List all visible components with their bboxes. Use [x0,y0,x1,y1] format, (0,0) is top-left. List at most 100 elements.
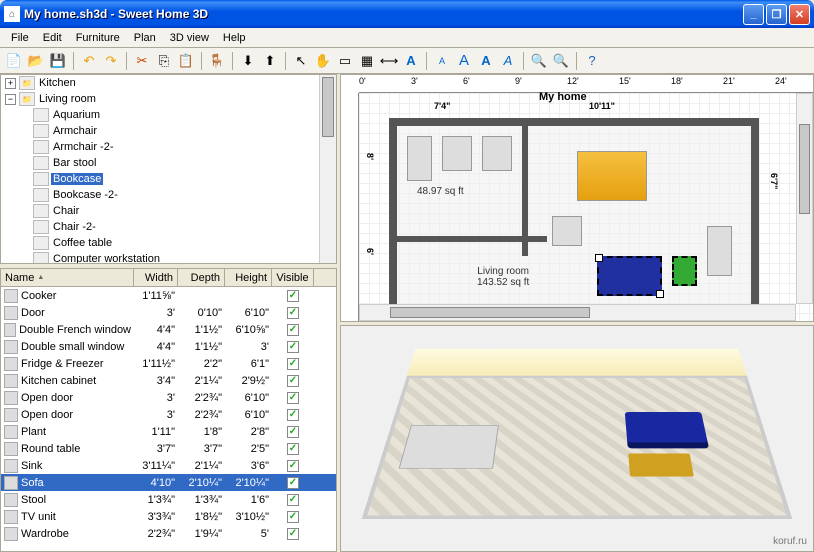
tree-item[interactable]: Coffee table [1,235,336,251]
column-name[interactable]: Name [1,269,134,286]
visible-checkbox[interactable]: ✓ [287,324,299,336]
close-button[interactable]: ✕ [789,4,810,25]
visible-checkbox[interactable]: ✓ [287,528,299,540]
table-row[interactable]: Double French window4'4"1'1½"6'10⅝"✓ [1,321,336,338]
visible-checkbox[interactable]: ✓ [287,426,299,438]
save-button[interactable]: 💾 [48,51,68,71]
plan-horizontal-scrollbar[interactable] [359,304,796,321]
new-button[interactable]: 📄 [4,51,24,71]
column-depth[interactable]: Depth [178,269,225,286]
text-bigger[interactable]: A [454,51,474,71]
visible-checkbox[interactable]: ✓ [287,358,299,370]
column-width[interactable]: Width [134,269,178,286]
outer-walls[interactable]: 48.97 sq ft Living room 143.52 sq ft [389,118,759,318]
tree-category-kitchen[interactable]: + 📁 Kitchen [1,75,336,91]
undo-button[interactable]: ↶ [79,51,99,71]
tree-item[interactable]: Chair -2- [1,219,336,235]
plan-canvas[interactable]: My home 7'4" 10'11" 6'7" 8' 6' 48.97 sq … [359,93,813,321]
tree-item[interactable]: Aquarium [1,107,336,123]
open-button[interactable]: 📂 [26,51,46,71]
italic-button[interactable]: A [498,51,518,71]
cut-button[interactable]: ✂ [132,51,152,71]
tree-scrollbar[interactable] [319,75,336,263]
visible-checkbox[interactable]: ✓ [287,477,299,489]
furniture-chair[interactable] [552,216,582,246]
table-body[interactable]: Cooker1'11⅝"✓Door3'0'10"6'10"✓Double Fre… [1,287,336,551]
menu-file[interactable]: File [4,30,36,46]
pan-tool[interactable]: ✋ [313,51,333,71]
tree-item[interactable]: Armchair -2- [1,139,336,155]
menu-plan[interactable]: Plan [127,30,163,46]
zoom-out-button[interactable]: 🔍 [529,51,549,71]
3d-view[interactable]: koruf.ru [340,325,814,552]
bold-button[interactable]: A [476,51,496,71]
visible-checkbox[interactable]: ✓ [287,375,299,387]
paste-button[interactable]: 📋 [176,51,196,71]
table-row[interactable]: Kitchen cabinet3'4"2'1¼"2'9½"✓ [1,372,336,389]
table-row[interactable]: Round table3'7"3'7"2'5"✓ [1,440,336,457]
minimize-button[interactable]: _ [743,4,764,25]
furniture-plant[interactable] [672,256,697,286]
menu-furniture[interactable]: Furniture [69,30,127,46]
collapse-icon[interactable]: − [5,94,16,105]
table-row[interactable]: Plant1'11"1'8"2'8"✓ [1,423,336,440]
visible-checkbox[interactable]: ✓ [287,290,299,302]
menu-3dview[interactable]: 3D view [163,30,216,46]
furniture-fridge[interactable] [407,136,432,181]
furniture-sofa-selected[interactable] [597,256,662,296]
help-button[interactable]: ? [582,51,602,71]
table-row[interactable]: Cooker1'11⅝"✓ [1,287,336,304]
tree-item[interactable]: Bookcase [1,171,336,187]
dimension-tool[interactable]: ⟷ [379,51,399,71]
table-row[interactable]: Double small window4'4"1'1½"3'✓ [1,338,336,355]
column-height[interactable]: Height [225,269,272,286]
tree-item[interactable]: Bar stool [1,155,336,171]
tree-category-livingroom[interactable]: − 📁 Living room [1,91,336,107]
select-tool[interactable]: ↖ [291,51,311,71]
import-button[interactable]: ⬇ [238,51,258,71]
expand-icon[interactable]: + [5,78,16,89]
room-tool[interactable]: ▦ [357,51,377,71]
maximize-button[interactable]: ❐ [766,4,787,25]
furniture-tvunit[interactable] [707,226,732,276]
table-row[interactable]: Wardrobe2'2¾"1'9¼"5'✓ [1,525,336,542]
tree-item[interactable]: Computer workstation [1,251,336,264]
visible-checkbox[interactable]: ✓ [287,460,299,472]
menu-edit[interactable]: Edit [36,30,69,46]
table-row[interactable]: TV unit3'3¾"1'8½"3'10½"✓ [1,508,336,525]
visible-checkbox[interactable]: ✓ [287,443,299,455]
visible-checkbox[interactable]: ✓ [287,392,299,404]
tree-item[interactable]: Bookcase -2- [1,187,336,203]
export-button[interactable]: ⬆ [260,51,280,71]
furniture-catalog-tree[interactable]: + 📁 Kitchen − 📁 Living room AquariumArmc… [0,74,337,264]
plan-vertical-scrollbar[interactable] [796,93,813,304]
add-furniture-button[interactable]: 🪑 [207,51,227,71]
visible-checkbox[interactable]: ✓ [287,341,299,353]
inner-wall-horizontal[interactable] [397,236,547,242]
zoom-in-button[interactable]: 🔍 [551,51,571,71]
furniture-sink[interactable] [482,136,512,171]
table-row[interactable]: Sink3'11¼"2'1¼"3'6"✓ [1,457,336,474]
text-smaller[interactable]: A [432,51,452,71]
visible-checkbox[interactable]: ✓ [287,511,299,523]
table-row[interactable]: Open door3'2'2¾"6'10"✓ [1,406,336,423]
tree-item[interactable]: Armchair [1,123,336,139]
column-visible[interactable]: Visible [272,269,314,286]
visible-checkbox[interactable]: ✓ [287,494,299,506]
visible-checkbox[interactable]: ✓ [287,307,299,319]
redo-button[interactable]: ↷ [101,51,121,71]
table-row[interactable]: Sofa4'10"2'10¼"2'10¼"✓ [1,474,336,491]
copy-button[interactable]: ⎘ [154,51,174,71]
table-row[interactable]: Open door3'2'2¾"6'10"✓ [1,389,336,406]
menu-help[interactable]: Help [216,30,253,46]
furniture-cabinet[interactable] [442,136,472,171]
furniture-bed[interactable] [577,151,647,201]
table-row[interactable]: Stool1'3¾"1'3¾"1'6"✓ [1,491,336,508]
table-row[interactable]: Fridge & Freezer1'11½"2'2"6'1"✓ [1,355,336,372]
wall-tool[interactable]: ▭ [335,51,355,71]
visible-checkbox[interactable]: ✓ [287,409,299,421]
text-tool[interactable]: A [401,51,421,71]
plan-view[interactable]: 0'3'6'9'12'15'18'21'24' My home 7'4" 10'… [340,74,814,322]
tree-item[interactable]: Chair [1,203,336,219]
table-row[interactable]: Door3'0'10"6'10"✓ [1,304,336,321]
